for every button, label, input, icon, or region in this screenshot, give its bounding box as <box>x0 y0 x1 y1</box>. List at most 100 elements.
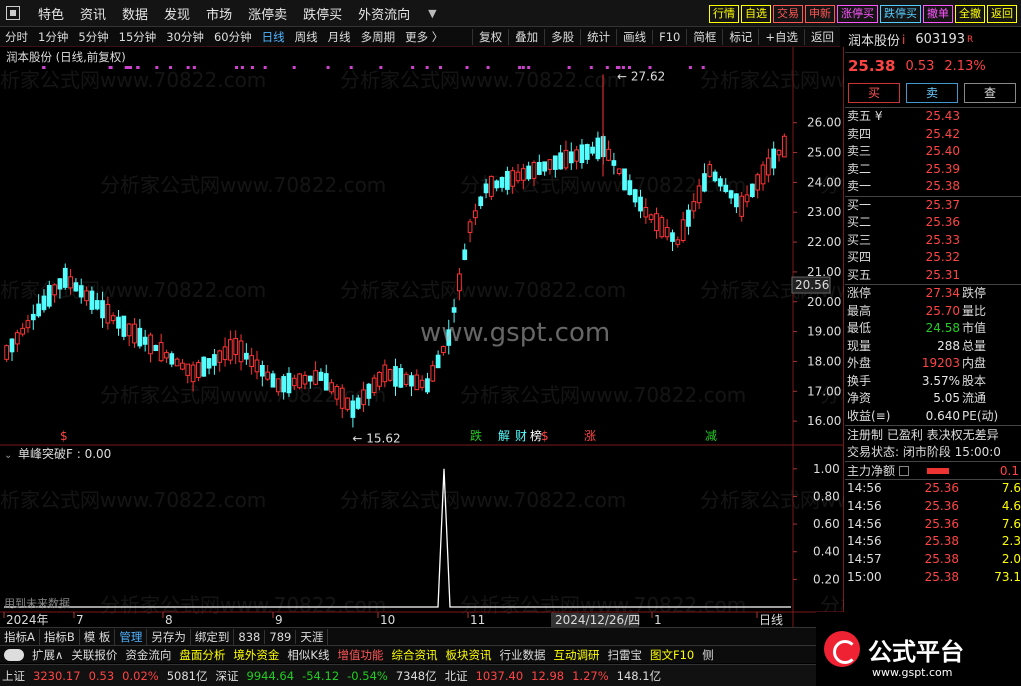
period-tab[interactable]: 多周期 <box>356 29 401 45</box>
function-item[interactable]: 相似K线 <box>283 647 333 663</box>
candle-body <box>425 378 430 393</box>
function-item[interactable]: 图文F10 <box>646 647 698 663</box>
top-menu-item[interactable]: 跌停买 <box>295 4 350 23</box>
candle-body <box>387 368 393 381</box>
tool-button[interactable]: F10 <box>652 30 686 44</box>
candle-body <box>579 144 585 164</box>
current-price-label: 20.56 <box>795 278 829 292</box>
period-tab[interactable]: 30分钟 <box>161 29 209 45</box>
stock-code: 603193 <box>915 32 965 47</box>
quick-button[interactable]: 自选 <box>741 5 771 23</box>
top-menu-item[interactable]: 资讯 <box>72 4 114 23</box>
function-item[interactable]: 境外资金 <box>229 647 283 663</box>
candle-body <box>574 149 579 162</box>
indicator-tab[interactable]: 绑定到 <box>191 628 235 645</box>
tool-button[interactable]: 复权 <box>472 29 508 45</box>
function-item[interactable]: 侧 <box>698 647 718 663</box>
top-menu-item[interactable]: 发现 <box>156 4 198 23</box>
quick-button[interactable]: 涨停买 <box>837 5 878 23</box>
top-menu-item[interactable]: 市场 <box>198 4 240 23</box>
period-tab[interactable]: 周线 <box>290 29 323 45</box>
tool-button[interactable]: 标记 <box>722 29 758 45</box>
indicator-tab[interactable]: 另存为 <box>147 628 191 645</box>
period-tab[interactable]: 60分钟 <box>209 29 257 45</box>
tool-button[interactable]: 统计 <box>580 29 616 45</box>
quick-button[interactable]: 跌停买 <box>880 5 921 23</box>
tool-button[interactable]: +自选 <box>758 29 804 45</box>
indicator-tab[interactable]: 838 <box>234 629 266 644</box>
function-item[interactable]: 板块资讯 <box>441 647 495 663</box>
quick-button[interactable]: 交易 <box>773 5 803 23</box>
candle-body <box>180 362 185 370</box>
watermark-text: 分析家公式网www.70822.com <box>700 68 844 92</box>
period-tab[interactable]: 1分钟 <box>33 29 73 45</box>
function-item[interactable]: 盘面分析 <box>175 647 229 663</box>
tick-row: 14:56 25.36 7.6 <box>845 480 1021 498</box>
query-button[interactable]: 查 <box>964 83 1016 103</box>
indicator-tab[interactable]: 789 <box>265 629 297 644</box>
mainflow-toggle-icon[interactable] <box>899 465 910 476</box>
candle-body <box>249 355 255 368</box>
top-menu-item[interactable]: 外资流向 <box>350 4 418 23</box>
chart-area[interactable]: 分析家公式网www.70822.com 分析家公式网www.70822.com 分析… <box>0 47 844 627</box>
function-items: 扩展∧ 关联报价 资金流向 盘面分析 境外资金 相似K线 增值功能 综合资讯 板块资讯 行业数据互… <box>28 647 718 663</box>
x-tick-label: 11 <box>470 613 485 627</box>
app-logo-icon[interactable] <box>6 6 20 20</box>
tool-button[interactable]: 画线 <box>616 29 652 45</box>
candle-body <box>675 239 681 245</box>
indicator-tab[interactable]: 模 板 <box>80 628 116 645</box>
quick-button[interactable]: 撤单 <box>923 5 953 23</box>
top-menu-item[interactable]: 涨停卖 <box>240 4 295 23</box>
period-tab[interactable]: 更多 〉 <box>400 29 448 45</box>
period-tab[interactable]: 月线 <box>323 29 356 45</box>
period-tab[interactable]: 日线 <box>257 29 290 45</box>
quick-button[interactable]: 返回 <box>987 5 1017 23</box>
function-item[interactable]: 关联报价 <box>67 647 121 663</box>
function-item[interactable]: 行业数据 <box>495 647 549 663</box>
candle-body <box>286 372 292 394</box>
indicator-tab[interactable]: 指标A <box>0 628 40 645</box>
period-tab[interactable]: 15分钟 <box>114 29 162 45</box>
tick-volume: 2.3 <box>1001 534 1021 549</box>
function-item[interactable]: 资金流向 <box>121 647 175 663</box>
tool-button[interactable]: 简框 <box>686 29 722 45</box>
function-item[interactable]: 综合资讯 <box>387 647 441 663</box>
indicator-tab[interactable]: 管理 <box>115 628 148 645</box>
function-item[interactable]: 扫雷宝 <box>603 647 646 663</box>
top-menu-item[interactable]: 特色 <box>30 4 72 23</box>
quick-button[interactable]: 行情 <box>709 5 739 23</box>
quick-button[interactable]: 申新 <box>805 5 835 23</box>
function-item[interactable]: 扩展∧ <box>28 647 67 663</box>
toggle-switch[interactable] <box>4 648 24 661</box>
candle-body <box>68 276 73 289</box>
buy-button[interactable]: 买 <box>848 83 900 103</box>
period-tab[interactable]: 5分钟 <box>73 29 113 45</box>
brand-title: 公式平台 <box>868 637 964 666</box>
candle-body <box>302 374 308 385</box>
tool-button[interactable]: 返回 <box>804 29 840 45</box>
info-icon[interactable]: i <box>902 33 905 47</box>
top-menu-item[interactable]: 数据 <box>114 4 156 23</box>
menu-dropdown-icon[interactable]: ▼ <box>428 7 436 20</box>
tool-button[interactable]: 叠加 <box>508 29 544 45</box>
function-item[interactable]: 互动调研 <box>549 647 603 663</box>
kline-chart[interactable]: 分析家公式网www.70822.com 分析家公式网www.70822.com 分析… <box>0 47 844 627</box>
candle-body <box>547 159 553 170</box>
candle-body <box>377 371 382 387</box>
trade-ticks: 14:56 25.36 7.6 14:56 25.36 4.6 14:56 25.36 7.6 1… <box>845 479 1021 587</box>
indicator-tab[interactable]: 指标B <box>40 628 80 645</box>
tool-button[interactable]: 多股 <box>544 29 580 45</box>
candle-body <box>563 149 569 169</box>
candle-body <box>510 170 516 187</box>
quick-button[interactable]: 全撤 <box>955 5 985 23</box>
candle-body <box>89 290 95 310</box>
function-item[interactable]: 增值功能 <box>333 647 387 663</box>
candle-body <box>158 342 164 362</box>
period-tab[interactable]: 分时 <box>0 29 33 45</box>
candle-body <box>313 370 318 385</box>
sell-button[interactable]: 卖 <box>906 83 958 103</box>
signal-dot <box>250 66 254 69</box>
candle-body <box>398 368 404 388</box>
low-annotation: ← 15.62 <box>352 431 400 445</box>
indicator-tab[interactable]: 天涯 <box>296 628 329 645</box>
